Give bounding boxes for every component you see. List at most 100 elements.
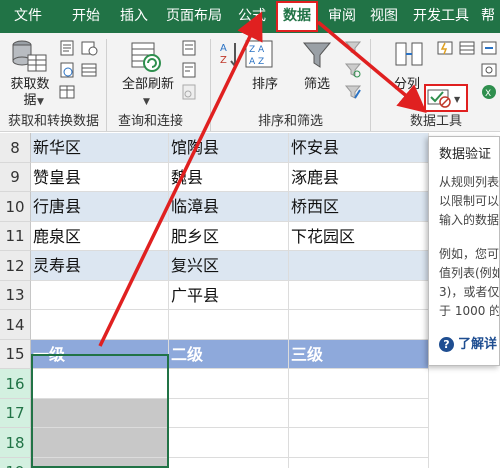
tab-data[interactable]: 数据 (276, 1, 318, 32)
grid-cell[interactable] (31, 458, 169, 468)
row-header[interactable]: 16 (0, 369, 31, 399)
grid-cell[interactable] (169, 458, 289, 468)
grid-cell[interactable]: 怀安县 (289, 133, 429, 163)
refresh-all-button[interactable]: 全部刷新 (118, 77, 178, 93)
group-label-queries: 查询和连接 (118, 114, 184, 129)
tab-home[interactable]: 开始 (66, 0, 106, 33)
grid-cell[interactable] (169, 369, 289, 399)
grid-cell[interactable]: 下花园区 (289, 222, 429, 251)
grid-cell[interactable] (31, 310, 169, 340)
text-to-columns-button[interactable]: 分列 (390, 77, 424, 93)
tab-developer[interactable]: 开发工具 (408, 0, 474, 33)
grid-cell[interactable] (31, 399, 169, 428)
grid-cell[interactable] (289, 281, 429, 310)
grid-cell[interactable] (289, 428, 429, 458)
ribbon: 获取数 据 ▼ 获取和转换数据 全部刷新 ▼ 查询和连接 A Z Z A A Z… (0, 33, 500, 132)
group-divider (370, 39, 371, 131)
svg-text:Z A: Z A (249, 45, 265, 55)
row-header[interactable]: 8 (0, 133, 31, 163)
worksheet-grid[interactable]: 8 新华区 馆陶县 怀安县 9 赞皇县 魏县 涿鹿县 10 行唐县 临漳县 桥西区 11 鹿泉区 肥乡区 下花… (0, 133, 500, 468)
row-header[interactable]: 10 (0, 192, 31, 222)
tab-formulas[interactable]: 公式 (232, 0, 272, 33)
grid-cell[interactable]: 鹿泉区 (31, 222, 169, 251)
tooltip-text-line: 输入的数据 (439, 213, 500, 227)
grid-cell[interactable] (289, 399, 429, 428)
advanced-filter-icon[interactable] (344, 83, 362, 105)
grid-cell[interactable] (289, 369, 429, 399)
data-model-icon[interactable]: X (480, 83, 498, 105)
svg-text:A: A (220, 43, 227, 54)
learn-more-text: 了解详 (458, 337, 498, 352)
row-header[interactable]: 14 (0, 310, 31, 340)
tab-page-layout[interactable]: 页面布局 (160, 0, 228, 33)
row-header[interactable]: 13 (0, 281, 31, 310)
learn-more-link[interactable]: ? 了解详 (439, 333, 497, 352)
grid-cell[interactable]: 广平县 (169, 281, 289, 310)
grid-cell[interactable]: 三级 (289, 340, 429, 369)
from-web-icon[interactable] (58, 61, 76, 83)
grid-cell[interactable] (169, 428, 289, 458)
grid-cell[interactable] (31, 281, 169, 310)
recent-sources-icon[interactable] (80, 39, 98, 61)
grid-cell[interactable]: 行唐县 (31, 192, 169, 222)
queries-connections-icon[interactable] (180, 39, 198, 61)
grid-cell[interactable]: 涿鹿县 (289, 163, 429, 192)
from-table-icon[interactable] (58, 83, 76, 105)
sort-az-icon[interactable]: AZ (218, 39, 240, 79)
grid-cell[interactable] (289, 310, 429, 340)
excel-window: 文件 开始 插入 页面布局 公式 数据 审阅 视图 开发工具 帮 获取数 据 ▼ (0, 0, 500, 468)
grid-cell[interactable] (169, 310, 289, 340)
refresh-all-icon (128, 39, 162, 77)
row-header[interactable]: 15 (0, 340, 31, 369)
sort-button[interactable]: 排序 (250, 77, 280, 93)
filter-button[interactable]: 筛选 (300, 77, 334, 93)
grid-cell[interactable] (289, 458, 429, 468)
tooltip-text-line: 以限制可以 (439, 194, 500, 208)
menu-bar: 文件 开始 插入 页面布局 公式 数据 审阅 视图 开发工具 帮 (0, 0, 500, 33)
tab-insert[interactable]: 插入 (114, 0, 154, 33)
grid-cell[interactable]: 魏县 (169, 163, 289, 192)
grid-cell[interactable] (31, 428, 169, 458)
properties-icon[interactable] (180, 61, 198, 83)
row-header[interactable]: 12 (0, 251, 31, 281)
grid-cell[interactable]: 二级 (169, 340, 289, 369)
tab-view[interactable]: 视图 (364, 0, 404, 33)
row-header[interactable]: 11 (0, 222, 31, 251)
svg-text:▼: ▼ (454, 95, 461, 104)
text-to-columns-icon (394, 39, 424, 73)
row-header[interactable]: 19 (0, 458, 31, 468)
tab-review[interactable]: 审阅 (322, 0, 362, 33)
grid-cell[interactable] (31, 369, 169, 399)
tab-help[interactable]: 帮 (476, 0, 500, 33)
row-header[interactable]: 9 (0, 163, 31, 192)
grid-cell[interactable]: 临漳县 (169, 192, 289, 222)
data-validation-button[interactable]: ▼ (424, 84, 468, 112)
grid-cell[interactable] (169, 399, 289, 428)
existing-connections-icon[interactable] (80, 61, 98, 83)
get-data-button[interactable]: 获取数 据 (10, 77, 50, 109)
grid-cell[interactable]: 复兴区 (169, 251, 289, 281)
grid-cell[interactable]: 肥乡区 (169, 222, 289, 251)
remove-duplicates-icon[interactable] (458, 39, 476, 61)
from-text-icon[interactable] (58, 39, 76, 61)
grid-cell[interactable] (289, 251, 429, 281)
row-header[interactable]: 18 (0, 428, 31, 458)
tooltip-text-line: 3)，或者仅 (439, 285, 500, 299)
grid-cell[interactable]: 一级 (31, 340, 169, 369)
clear-filter-icon[interactable] (344, 39, 362, 61)
flash-fill-icon[interactable] (436, 39, 454, 61)
tab-file[interactable]: 文件 (8, 0, 48, 33)
grid-cell[interactable]: 馆陶县 (169, 133, 289, 163)
reapply-icon[interactable] (344, 61, 362, 83)
svg-text:Z: Z (220, 55, 227, 66)
row-header[interactable]: 17 (0, 399, 31, 428)
chevron-down-icon: ▼ (143, 97, 150, 107)
relationships-icon[interactable] (480, 61, 498, 83)
grid-cell[interactable]: 新华区 (31, 133, 169, 163)
grid-cell[interactable]: 赞皇县 (31, 163, 169, 192)
grid-cell[interactable]: 桥西区 (289, 192, 429, 222)
group-label-sort-filter: 排序和筛选 (258, 114, 324, 129)
edit-links-icon[interactable] (180, 83, 198, 105)
consolidate-icon[interactable] (480, 39, 498, 61)
grid-cell[interactable]: 灵寿县 (31, 251, 169, 281)
